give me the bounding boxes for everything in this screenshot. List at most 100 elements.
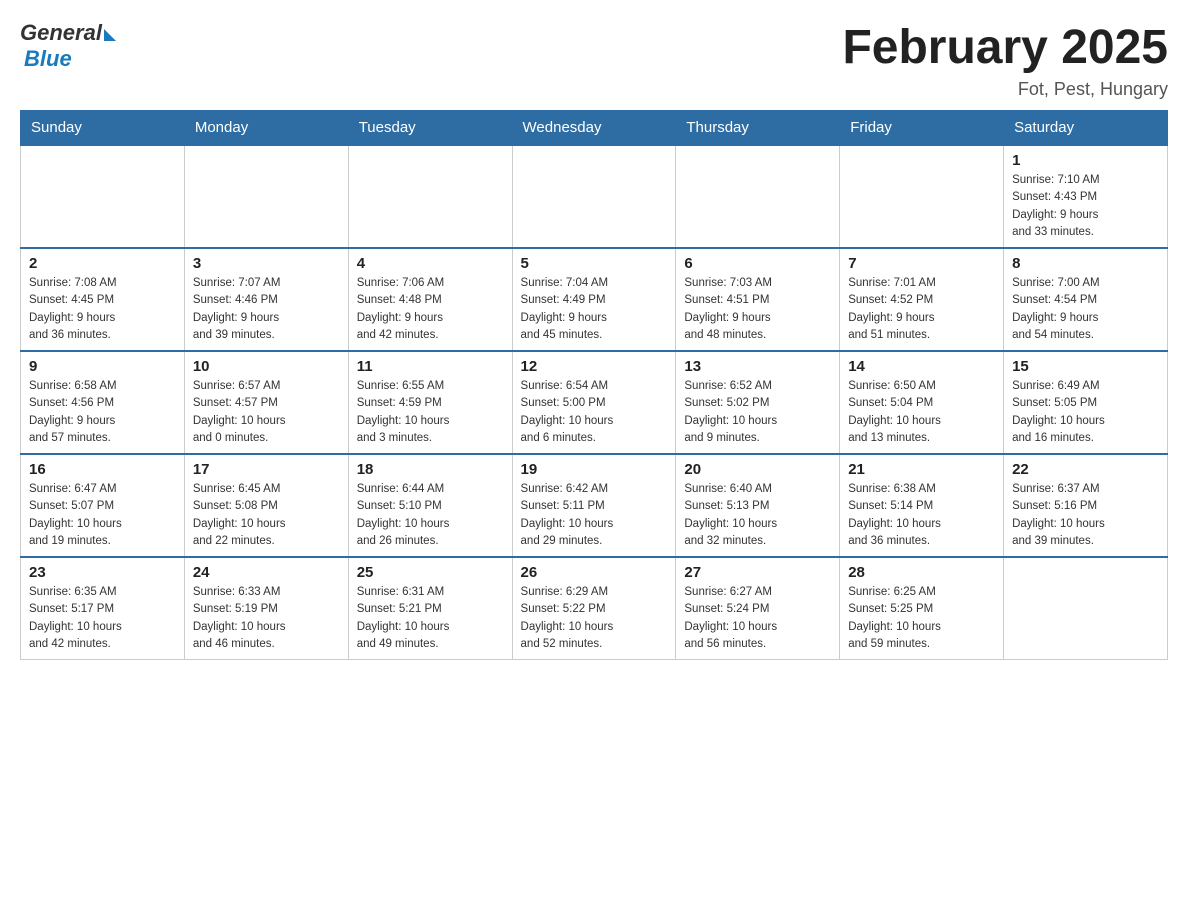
day-number: 1: [1012, 152, 1159, 169]
day-info: Sunrise: 6:38 AM Sunset: 5:14 PM Dayligh…: [848, 481, 995, 550]
day-cell: 25Sunrise: 6:31 AM Sunset: 5:21 PM Dayli…: [348, 557, 512, 660]
day-info: Sunrise: 7:01 AM Sunset: 4:52 PM Dayligh…: [848, 275, 995, 344]
day-info: Sunrise: 6:33 AM Sunset: 5:19 PM Dayligh…: [193, 584, 340, 653]
day-cell: 1Sunrise: 7:10 AM Sunset: 4:43 PM Daylig…: [1004, 145, 1168, 248]
day-cell: 24 Sunrise: 6:33 AM Sunset: 5:19 PM Dayli…: [184, 557, 348, 660]
day-number: 13: [684, 358, 831, 375]
day-number: 2: [29, 255, 176, 272]
header-cell-friday: Friday: [840, 111, 1004, 146]
day-number: 6: [684, 255, 831, 272]
logo-blue-text: Blue: [24, 46, 72, 72]
day-cell: 8 Sunrise: 7:00 AM Sunset: 4:54 PM Daylig…: [1004, 248, 1168, 351]
week-row-3: 9 Sunrise: 6:58 AM Sunset: 4:56 PM Daylig…: [21, 351, 1168, 454]
day-cell: [840, 145, 1004, 248]
header-cell-tuesday: Tuesday: [348, 111, 512, 146]
day-cell: 23Sunrise: 6:35 AM Sunset: 5:17 PM Dayli…: [21, 557, 185, 660]
calendar-header: SundayMondayTuesdayWednesdayThursdayFrid…: [21, 111, 1168, 146]
day-cell: 3 Sunrise: 7:07 AM Sunset: 4:46 PM Daylig…: [184, 248, 348, 351]
day-info: Sunrise: 6:58 AM Sunset: 4:56 PM Dayligh…: [29, 378, 176, 447]
day-cell: 2Sunrise: 7:08 AM Sunset: 4:45 PM Daylig…: [21, 248, 185, 351]
day-info: Sunrise: 6:40 AM Sunset: 5:13 PM Dayligh…: [684, 481, 831, 550]
day-number: 15: [1012, 358, 1159, 375]
day-info: Sunrise: 6:45 AM Sunset: 5:08 PM Dayligh…: [193, 481, 340, 550]
day-cell: 21 Sunrise: 6:38 AM Sunset: 5:14 PM Dayli…: [840, 454, 1004, 557]
day-info: Sunrise: 7:04 AM Sunset: 4:49 PM Dayligh…: [521, 275, 668, 344]
logo: General Blue: [20, 20, 116, 72]
week-row-1: 1Sunrise: 7:10 AM Sunset: 4:43 PM Daylig…: [21, 145, 1168, 248]
header-cell-monday: Monday: [184, 111, 348, 146]
day-cell: 20 Sunrise: 6:40 AM Sunset: 5:13 PM Dayli…: [676, 454, 840, 557]
calendar-title: February 2025: [842, 20, 1168, 75]
day-number: 24: [193, 564, 340, 581]
day-cell: 5 Sunrise: 7:04 AM Sunset: 4:49 PM Daylig…: [512, 248, 676, 351]
day-info: Sunrise: 7:00 AM Sunset: 4:54 PM Dayligh…: [1012, 275, 1159, 344]
day-number: 9: [29, 358, 176, 375]
header-row: SundayMondayTuesdayWednesdayThursdayFrid…: [21, 111, 1168, 146]
header-cell-saturday: Saturday: [1004, 111, 1168, 146]
day-info: Sunrise: 6:50 AM Sunset: 5:04 PM Dayligh…: [848, 378, 995, 447]
week-row-2: 2Sunrise: 7:08 AM Sunset: 4:45 PM Daylig…: [21, 248, 1168, 351]
day-number: 8: [1012, 255, 1159, 272]
day-cell: 15 Sunrise: 6:49 AM Sunset: 5:05 PM Dayli…: [1004, 351, 1168, 454]
header-cell-sunday: Sunday: [21, 111, 185, 146]
day-cell: 28 Sunrise: 6:25 AM Sunset: 5:25 PM Dayli…: [840, 557, 1004, 660]
day-number: 4: [357, 255, 504, 272]
day-info: Sunrise: 7:06 AM Sunset: 4:48 PM Dayligh…: [357, 275, 504, 344]
day-cell: [1004, 557, 1168, 660]
day-number: 11: [357, 358, 504, 375]
day-number: 3: [193, 255, 340, 272]
day-info: Sunrise: 7:07 AM Sunset: 4:46 PM Dayligh…: [193, 275, 340, 344]
day-number: 10: [193, 358, 340, 375]
day-cell: 13Sunrise: 6:52 AM Sunset: 5:02 PM Dayli…: [676, 351, 840, 454]
day-info: Sunrise: 7:03 AM Sunset: 4:51 PM Dayligh…: [684, 275, 831, 344]
header-cell-thursday: Thursday: [676, 111, 840, 146]
day-cell: 18Sunrise: 6:44 AM Sunset: 5:10 PM Dayli…: [348, 454, 512, 557]
day-info: Sunrise: 6:44 AM Sunset: 5:10 PM Dayligh…: [357, 481, 504, 550]
day-info: Sunrise: 6:29 AM Sunset: 5:22 PM Dayligh…: [521, 584, 668, 653]
day-cell: 17 Sunrise: 6:45 AM Sunset: 5:08 PM Dayli…: [184, 454, 348, 557]
calendar-table: SundayMondayTuesdayWednesdayThursdayFrid…: [20, 110, 1168, 660]
week-row-5: 23Sunrise: 6:35 AM Sunset: 5:17 PM Dayli…: [21, 557, 1168, 660]
day-cell: 22 Sunrise: 6:37 AM Sunset: 5:16 PM Dayli…: [1004, 454, 1168, 557]
day-info: Sunrise: 6:35 AM Sunset: 5:17 PM Dayligh…: [29, 584, 176, 653]
day-number: 28: [848, 564, 995, 581]
day-cell: 6 Sunrise: 7:03 AM Sunset: 4:51 PM Daylig…: [676, 248, 840, 351]
logo-general-text: General: [20, 20, 102, 46]
day-number: 5: [521, 255, 668, 272]
calendar-subtitle: Fot, Pest, Hungary: [842, 79, 1168, 100]
day-number: 12: [521, 358, 668, 375]
day-number: 25: [357, 564, 504, 581]
day-info: Sunrise: 6:37 AM Sunset: 5:16 PM Dayligh…: [1012, 481, 1159, 550]
day-number: 26: [521, 564, 668, 581]
day-cell: [348, 145, 512, 248]
day-cell: 4 Sunrise: 7:06 AM Sunset: 4:48 PM Daylig…: [348, 248, 512, 351]
day-cell: 19 Sunrise: 6:42 AM Sunset: 5:11 PM Dayli…: [512, 454, 676, 557]
day-cell: [21, 145, 185, 248]
day-number: 7: [848, 255, 995, 272]
day-number: 19: [521, 461, 668, 478]
day-info: Sunrise: 6:54 AM Sunset: 5:00 PM Dayligh…: [521, 378, 668, 447]
day-number: 20: [684, 461, 831, 478]
day-cell: 11 Sunrise: 6:55 AM Sunset: 4:59 PM Dayli…: [348, 351, 512, 454]
calendar-body: 1Sunrise: 7:10 AM Sunset: 4:43 PM Daylig…: [21, 145, 1168, 660]
day-info: Sunrise: 6:27 AM Sunset: 5:24 PM Dayligh…: [684, 584, 831, 653]
day-number: 21: [848, 461, 995, 478]
day-info: Sunrise: 6:47 AM Sunset: 5:07 PM Dayligh…: [29, 481, 176, 550]
day-number: 22: [1012, 461, 1159, 478]
day-cell: 16 Sunrise: 6:47 AM Sunset: 5:07 PM Dayli…: [21, 454, 185, 557]
day-info: Sunrise: 6:57 AM Sunset: 4:57 PM Dayligh…: [193, 378, 340, 447]
day-number: 16: [29, 461, 176, 478]
day-cell: [676, 145, 840, 248]
day-info: Sunrise: 6:25 AM Sunset: 5:25 PM Dayligh…: [848, 584, 995, 653]
day-info: Sunrise: 6:49 AM Sunset: 5:05 PM Dayligh…: [1012, 378, 1159, 447]
day-cell: 12 Sunrise: 6:54 AM Sunset: 5:00 PM Dayli…: [512, 351, 676, 454]
header-cell-wednesday: Wednesday: [512, 111, 676, 146]
day-cell: 9 Sunrise: 6:58 AM Sunset: 4:56 PM Daylig…: [21, 351, 185, 454]
day-cell: 10 Sunrise: 6:57 AM Sunset: 4:57 PM Dayli…: [184, 351, 348, 454]
day-number: 17: [193, 461, 340, 478]
title-section: February 2025 Fot, Pest, Hungary: [842, 20, 1168, 100]
day-cell: [512, 145, 676, 248]
day-info: Sunrise: 6:42 AM Sunset: 5:11 PM Dayligh…: [521, 481, 668, 550]
week-row-4: 16 Sunrise: 6:47 AM Sunset: 5:07 PM Dayli…: [21, 454, 1168, 557]
day-info: Sunrise: 6:55 AM Sunset: 4:59 PM Dayligh…: [357, 378, 504, 447]
